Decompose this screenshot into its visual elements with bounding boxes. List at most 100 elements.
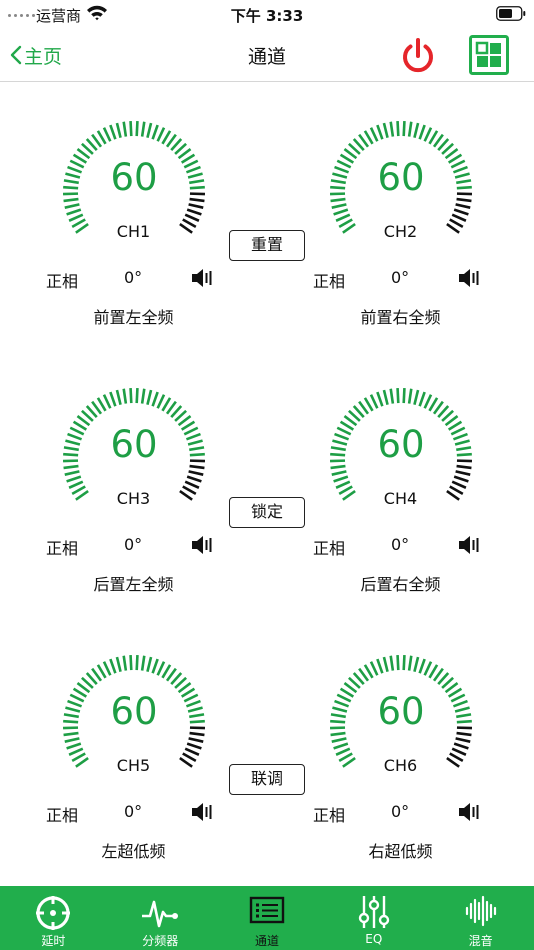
gauge-tick <box>333 208 349 216</box>
gauge-tick <box>96 130 107 145</box>
gauge-tick <box>186 742 202 750</box>
gauge-tick <box>102 661 112 676</box>
volume-gauge[interactable]: 60 <box>52 377 216 507</box>
gauge-tick <box>331 470 347 476</box>
tab-label: 混音 <box>468 934 493 948</box>
page-title: 通道 <box>247 46 286 68</box>
speaker-icon <box>192 536 212 554</box>
tab-label: EQ <box>365 932 383 946</box>
gauge-tick <box>63 197 79 203</box>
speaker-icon <box>459 269 479 287</box>
gauge-tick <box>156 394 166 409</box>
gauge-tick <box>330 464 346 470</box>
gauge-tick <box>456 197 472 203</box>
gauge-tick <box>451 747 467 756</box>
tab-label: 延时 <box>41 934 66 948</box>
gauge-tick <box>376 124 384 140</box>
power-icon <box>403 38 433 73</box>
volume-gauge[interactable]: 60 <box>319 110 483 240</box>
mute-button[interactable] <box>191 802 215 822</box>
gauge-tick <box>189 731 205 737</box>
gauge-tick <box>156 661 166 676</box>
gauge-tick <box>186 475 202 483</box>
gauge-tick <box>455 737 471 743</box>
speaker-icon <box>192 269 212 287</box>
gauge-tick <box>140 388 146 404</box>
gauge-value: 60 <box>377 156 425 199</box>
gauge-tick <box>423 127 433 142</box>
volume-gauge[interactable]: 60 <box>52 110 216 240</box>
channel-label: 前置左全频 <box>93 308 174 327</box>
gauge-tick <box>453 475 469 483</box>
crosshair-icon <box>36 896 71 930</box>
gauge-value: 60 <box>110 156 158 199</box>
gauge-tick <box>389 655 395 671</box>
phase-toggle[interactable]: 正相 <box>313 535 345 559</box>
tab-label: 分频器 <box>142 934 179 948</box>
channel-cell-ch1: 60 CH1 正相 0° 前置左全频 <box>0 92 267 359</box>
gauge-tick <box>428 130 439 145</box>
gauge-tick <box>402 388 406 404</box>
sound-wave-icon <box>465 895 496 927</box>
phase-toggle[interactable]: 正相 <box>46 802 78 826</box>
gauge-tick <box>129 121 133 137</box>
mute-button[interactable] <box>191 268 215 288</box>
power-button[interactable] <box>398 36 438 76</box>
gauge-tick <box>146 389 153 405</box>
phase-toggle[interactable]: 正相 <box>313 268 345 292</box>
gauge-tick <box>188 203 204 209</box>
gauge-tick <box>135 655 139 671</box>
channel-name: CH3 <box>116 489 151 508</box>
tab-delay[interactable]: 延时 <box>0 886 107 950</box>
speaker-icon <box>459 536 479 554</box>
tab-mix[interactable]: 混音 <box>427 886 534 950</box>
tab-label: 通道 <box>254 934 279 948</box>
gauge-tick <box>109 658 117 674</box>
gauge-value: 60 <box>110 423 158 466</box>
gauge-value: 60 <box>110 690 158 733</box>
gauge-tick <box>456 731 472 737</box>
gauge-tick <box>396 388 400 404</box>
channel-name: CH1 <box>116 222 151 241</box>
gauge-tick <box>188 737 204 743</box>
mute-button[interactable] <box>458 802 482 822</box>
gauge-tick <box>63 731 79 737</box>
link-button[interactable]: 联调 <box>229 764 305 795</box>
lock-button[interactable]: 锁定 <box>229 497 305 528</box>
volume-gauge[interactable]: 60 <box>319 377 483 507</box>
gauge-tick <box>423 661 433 676</box>
gauge-tick <box>64 203 80 209</box>
channel-cell-ch6: 60 CH6 正相 0° 右超低频 <box>267 626 534 893</box>
volume-gauge[interactable]: 60 <box>52 644 216 774</box>
sliders-icon <box>358 896 389 928</box>
grid-view-button[interactable] <box>469 35 509 75</box>
gauge-tick <box>456 464 472 470</box>
gauge-tick <box>389 388 395 404</box>
tab-eq[interactable]: EQ <box>320 886 427 950</box>
gauge-tick <box>413 656 420 672</box>
gauge-tick <box>146 656 153 672</box>
gauge-tick <box>330 731 346 737</box>
phase-toggle[interactable]: 正相 <box>46 268 78 292</box>
gauge-tick <box>184 747 200 756</box>
gauge-tick <box>402 121 406 137</box>
gauge-tick <box>140 655 146 671</box>
reset-button[interactable]: 重置 <box>229 230 305 261</box>
gauge-tick <box>66 208 82 216</box>
gauge-tick <box>64 470 80 476</box>
mute-button[interactable] <box>191 535 215 555</box>
channel-cell-ch4: 60 CH4 正相 0° 后置右全频 <box>267 359 534 626</box>
gauge-tick <box>189 197 205 203</box>
tab-channel[interactable]: 通道 <box>214 886 321 950</box>
mute-button[interactable] <box>458 268 482 288</box>
phase-toggle[interactable]: 正相 <box>313 802 345 826</box>
mute-button[interactable] <box>458 535 482 555</box>
gauge-tick <box>428 664 439 679</box>
gauge-tick <box>331 203 347 209</box>
waveform-pulse-icon <box>142 900 179 928</box>
tab-crossover[interactable]: 分频器 <box>107 886 214 950</box>
gauge-tick <box>68 747 84 756</box>
volume-gauge[interactable]: 60 <box>319 644 483 774</box>
phase-angle: 0° <box>124 268 143 287</box>
phase-toggle[interactable]: 正相 <box>46 535 78 559</box>
